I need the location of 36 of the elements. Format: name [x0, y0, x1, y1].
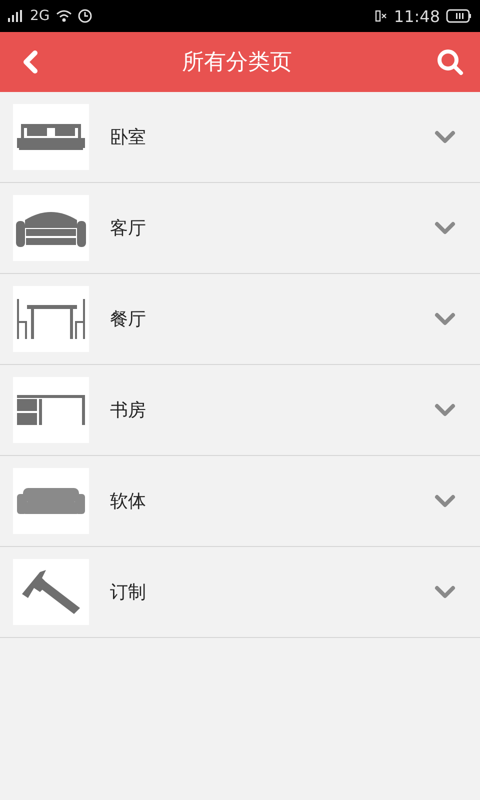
category-row[interactable]: 客厅 — [0, 183, 480, 274]
wifi-icon — [56, 10, 72, 22]
search-button[interactable] — [436, 48, 464, 76]
category-label: 书房 — [110, 399, 147, 422]
chevron-down-icon[interactable] — [434, 494, 456, 508]
vibrate-icon — [374, 10, 388, 22]
signal-icon — [8, 10, 24, 22]
chevron-down-icon[interactable] — [434, 403, 456, 417]
battery-icon — [446, 9, 472, 23]
back-button[interactable] — [22, 50, 38, 74]
chevron-down-icon[interactable] — [434, 130, 456, 144]
category-row[interactable]: 书房 — [0, 365, 480, 456]
hammer-icon — [22, 570, 80, 614]
category-row[interactable]: 卧室 — [0, 92, 480, 183]
couch-icon — [17, 488, 85, 514]
page-title: 所有分类页 — [182, 49, 292, 77]
chevron-down-icon[interactable] — [434, 312, 456, 326]
chevron-down-icon[interactable] — [434, 221, 456, 235]
category-label: 卧室 — [110, 126, 147, 149]
category-row[interactable]: 餐厅 — [0, 274, 480, 365]
clock-time: 11:48 — [394, 6, 440, 26]
chevron-down-icon[interactable] — [434, 585, 456, 599]
sofa-icon — [16, 210, 86, 246]
category-row[interactable]: 订制 — [0, 547, 480, 638]
category-label: 客厅 — [110, 217, 147, 240]
back-icon — [22, 50, 38, 74]
desk-icon — [17, 395, 85, 425]
dining-table-icon — [17, 299, 85, 339]
alarm-clock-icon — [78, 9, 92, 23]
category-row[interactable]: 软体 — [0, 456, 480, 547]
category-label: 餐厅 — [110, 308, 147, 331]
category-label: 订制 — [110, 581, 147, 604]
network-type: 2G — [30, 8, 50, 24]
search-icon — [436, 48, 464, 76]
bed-icon — [17, 124, 85, 150]
category-label: 软体 — [110, 490, 147, 513]
